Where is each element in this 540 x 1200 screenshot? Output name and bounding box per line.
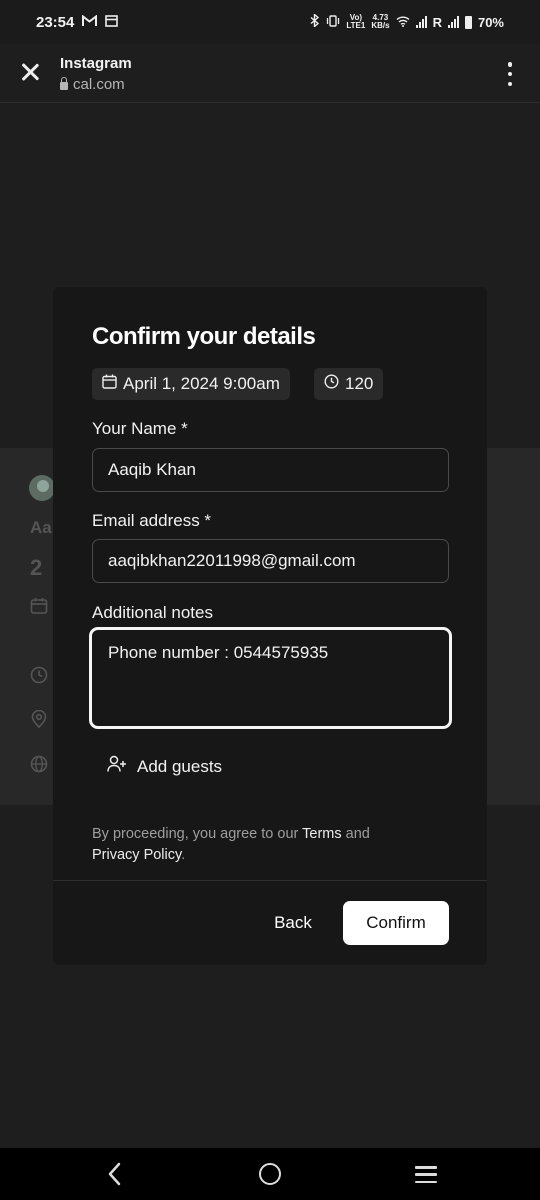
duration-chip: 120 <box>314 368 384 400</box>
background-name-fragment: Aa <box>30 518 52 537</box>
add-guests-button[interactable]: Add guests <box>107 755 222 778</box>
terms-link[interactable]: Terms <box>302 826 341 842</box>
duration-chip-label: 120 <box>345 374 374 393</box>
clock-icon <box>324 374 339 394</box>
date-chip: April 1, 2024 9:00am <box>92 368 290 400</box>
nav-home-icon[interactable] <box>259 1163 281 1185</box>
location-pin-icon <box>30 709 48 729</box>
network-speed: 4.73 KB/s <box>371 14 389 30</box>
confirm-details-modal: Confirm your details April 1, 2024 9:00a… <box>53 287 487 965</box>
system-navigation-bar <box>0 1148 540 1200</box>
battery-percent: 70% <box>477 14 504 30</box>
more-options-icon[interactable] <box>502 62 518 86</box>
modal-title: Confirm your details <box>92 323 316 350</box>
status-time: 23:54 <box>36 13 75 31</box>
calendar-icon <box>102 374 117 394</box>
status-bar: 23:54 Vo) LTE1 4.73 KB/s R 70% <box>0 0 540 44</box>
date-chip-label: April 1, 2024 9:00am <box>123 374 280 393</box>
avatar <box>29 475 55 501</box>
email-label: Email address * <box>92 511 212 530</box>
browser-header: Instagram cal.com <box>0 44 540 103</box>
lock-icon <box>60 77 68 90</box>
notes-label: Additional notes <box>92 603 213 622</box>
name-label: Your Name * <box>92 419 188 438</box>
terms-prefix: By proceeding, you agree to our <box>92 826 303 842</box>
terms-text: By proceeding, you agree to our Terms an… <box>92 824 432 866</box>
bluetooth-icon <box>310 12 320 30</box>
volte-bottom: LTE1 <box>346 21 366 30</box>
email-field[interactable] <box>92 539 449 583</box>
clock-icon <box>30 666 48 684</box>
url-display: cal.com <box>60 76 125 93</box>
name-field[interactable] <box>92 448 449 492</box>
notes-field[interactable]: Phone number : 0544575935 <box>89 627 452 729</box>
page-title: Instagram <box>60 55 132 72</box>
battery-icon <box>464 15 472 29</box>
roaming-indicator: R <box>432 14 442 30</box>
volte-indicator: Vo) LTE1 <box>346 14 365 30</box>
terms-suffix: . <box>181 847 186 863</box>
globe-icon <box>30 755 48 773</box>
privacy-policy-link[interactable]: Privacy Policy <box>92 847 181 863</box>
calendar-icon <box>30 597 48 615</box>
wifi-icon <box>396 15 410 30</box>
vibrate-icon <box>326 14 340 30</box>
add-guests-label: Add guests <box>137 756 223 776</box>
gmail-icon <box>82 13 98 31</box>
background-number-fragment: 2 <box>30 555 43 580</box>
back-button[interactable]: Back <box>260 901 326 945</box>
signal-icon-2 <box>447 16 459 28</box>
add-user-icon <box>107 755 127 778</box>
url-text: cal.com <box>73 76 125 93</box>
divider <box>53 880 487 881</box>
close-icon[interactable] <box>18 60 42 84</box>
confirm-button[interactable]: Confirm <box>343 901 449 945</box>
calendar-notification-icon <box>105 14 119 31</box>
nav-back-icon[interactable] <box>104 1161 126 1187</box>
terms-and: and <box>341 826 370 842</box>
speed-unit: KB/s <box>371 21 390 30</box>
signal-icon-1 <box>415 16 427 28</box>
nav-recents-icon[interactable] <box>415 1166 437 1183</box>
